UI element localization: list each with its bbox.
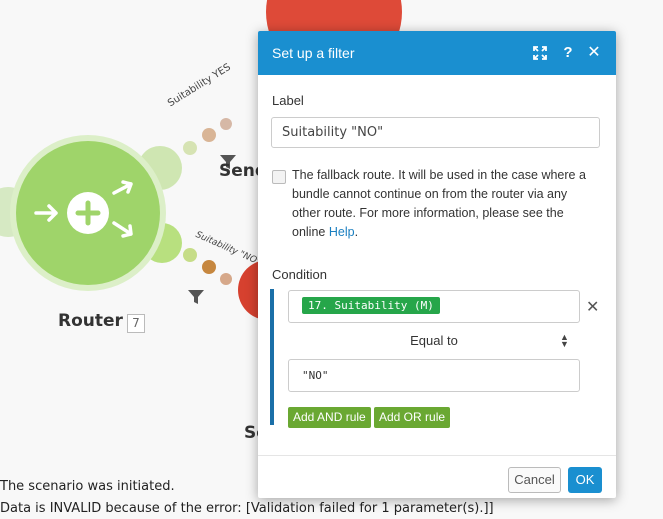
remove-rule-icon[interactable]: ✕ xyxy=(586,297,599,317)
fallback-end: . xyxy=(354,225,359,239)
add-and-rule-button[interactable]: Add AND rule xyxy=(288,407,371,428)
fallback-checkbox[interactable] xyxy=(272,170,286,184)
fallback-description: The fallback route. It will be used in t… xyxy=(292,166,592,242)
select-arrows-icon: ▲ ▼ xyxy=(560,332,569,349)
route-dot xyxy=(202,128,216,142)
dialog-footer: Cancel OK xyxy=(258,455,616,498)
route-dot xyxy=(183,141,197,155)
mapped-field-pill[interactable]: 17. Suitability (M) xyxy=(302,297,440,314)
label-input[interactable]: Suitability "NO" xyxy=(271,117,600,148)
route-dot xyxy=(220,273,232,285)
dialog-title: Set up a filter xyxy=(272,45,355,61)
route-dot xyxy=(183,248,197,262)
label-caption: Label xyxy=(272,93,304,108)
log-line: Data is INVALID because of the error: [V… xyxy=(0,501,494,516)
route-dot xyxy=(220,118,232,130)
router-label: Router xyxy=(58,311,123,331)
condition-caption: Condition xyxy=(272,267,327,282)
help-icon[interactable]: ? xyxy=(558,43,578,63)
cancel-button[interactable]: Cancel xyxy=(508,467,561,493)
condition-group-bar xyxy=(270,289,274,425)
ok-button[interactable]: OK xyxy=(568,467,602,493)
add-or-rule-button[interactable]: Add OR rule xyxy=(374,407,451,428)
condition-field-input[interactable]: 17. Suitability (M) xyxy=(288,290,580,323)
router-id-badge: 7 xyxy=(127,314,145,333)
log-line: The scenario was initiated. xyxy=(0,479,175,494)
operator-select[interactable]: Equal to xyxy=(288,329,580,353)
route-dot xyxy=(202,260,216,274)
filter-funnel-icon[interactable] xyxy=(188,290,204,304)
condition-value-input[interactable]: "NO" xyxy=(288,359,580,392)
dialog-header: Set up a filter ? ✕ xyxy=(258,31,616,75)
help-link[interactable]: Help xyxy=(329,225,355,239)
close-icon[interactable]: ✕ xyxy=(584,43,604,63)
filter-dialog: Set up a filter ? ✕ Label Suitability "N… xyxy=(258,31,616,498)
expand-icon[interactable] xyxy=(530,43,550,63)
